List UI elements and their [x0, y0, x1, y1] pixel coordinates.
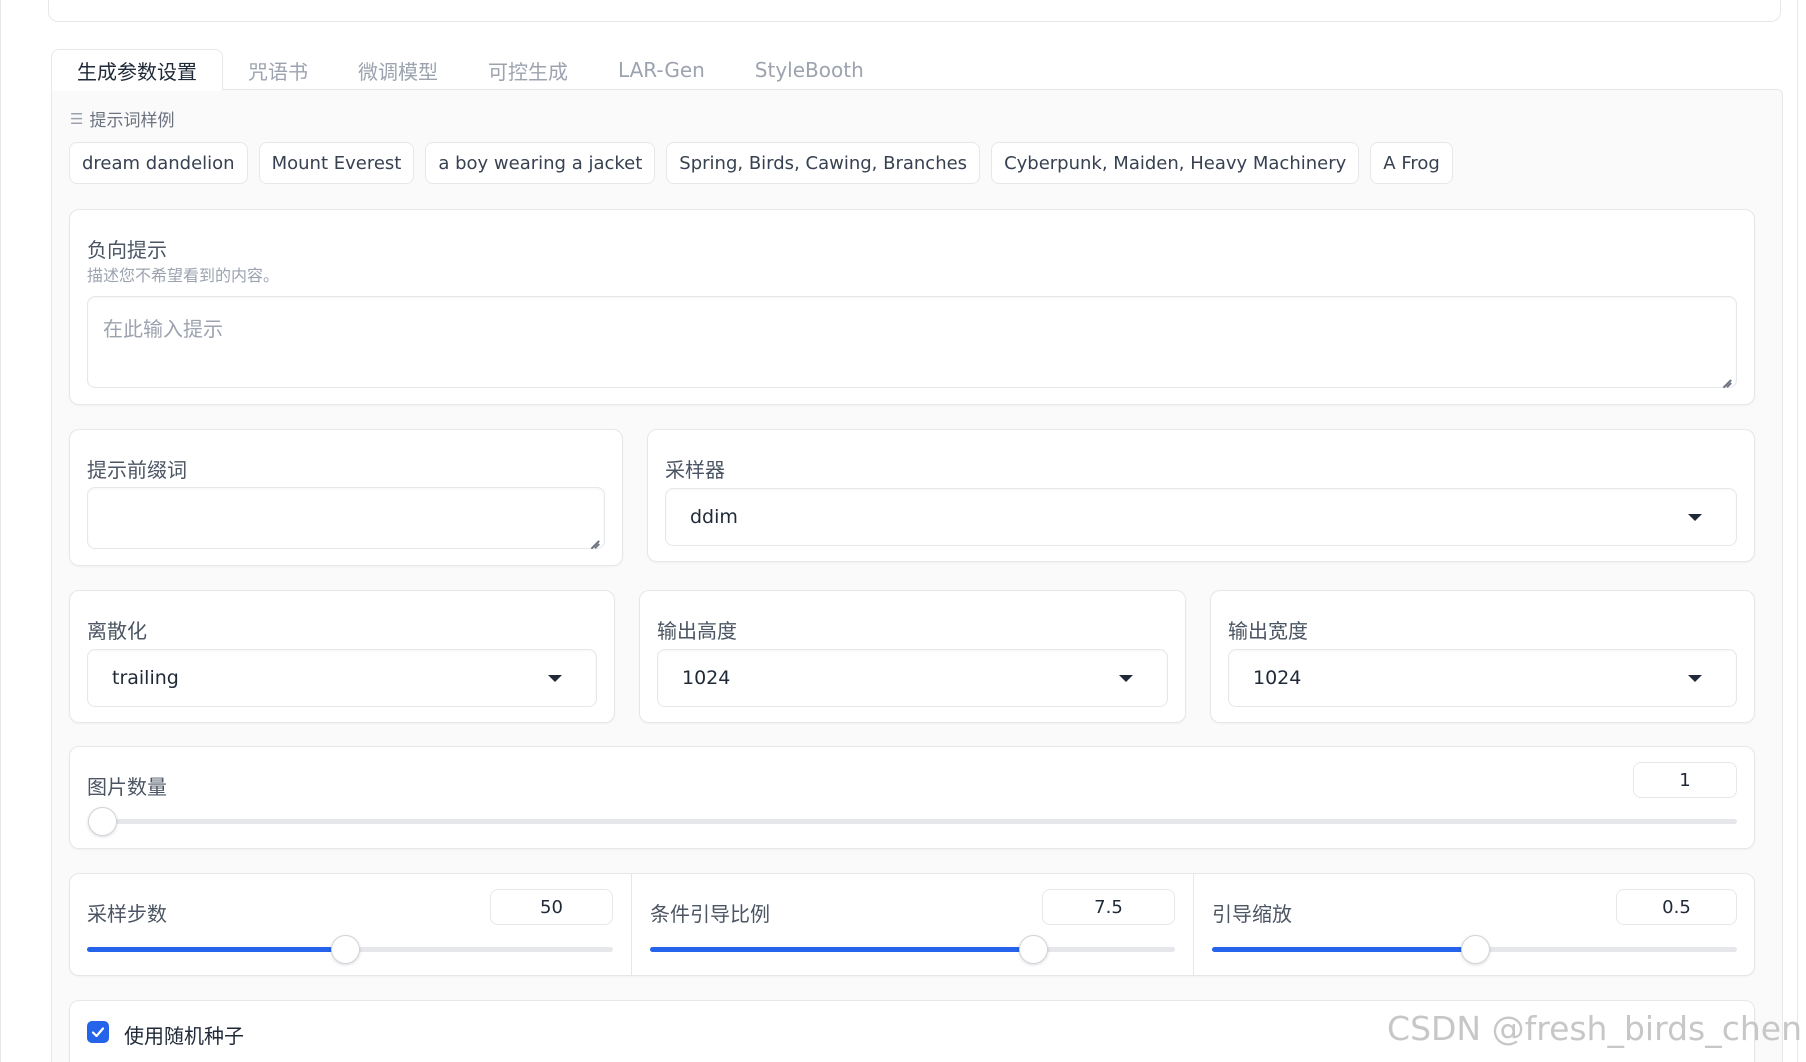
examples-label: 提示词样例: [89, 111, 175, 131]
guide-rescale-label: 引导缩放: [1212, 902, 1292, 926]
chevron-down-icon: [548, 675, 562, 682]
output-height-select[interactable]: 1024: [657, 649, 1168, 707]
example-chip[interactable]: Spring, Birds, Cawing, Branches: [666, 142, 981, 184]
guide-rescale-slider[interactable]: [1212, 935, 1737, 964]
output-width-value: 1024: [1253, 667, 1302, 689]
example-chip[interactable]: dream dandelion: [69, 142, 248, 184]
image-count-label: 图片数量: [87, 775, 167, 799]
slider-thumb[interactable]: [1019, 935, 1049, 964]
list-icon: ☰: [70, 109, 84, 128]
slider-fill: [650, 947, 1034, 952]
slider-thumb[interactable]: [88, 807, 117, 836]
chevron-down-icon: [1688, 675, 1702, 682]
sample-steps-label: 采样步数: [87, 902, 167, 926]
discretization-select[interactable]: trailing: [87, 649, 597, 707]
prefix-block: 提示前缀词: [69, 429, 623, 566]
image-count-number-input[interactable]: 1: [1633, 762, 1737, 798]
divider: [1193, 874, 1194, 975]
tab-stylebooth[interactable]: StyleBooth: [730, 49, 889, 91]
right-border: [1797, 0, 1798, 1062]
discretization-label: 离散化: [87, 619, 147, 643]
chevron-down-icon: [1688, 514, 1702, 521]
output-height-label: 输出高度: [657, 619, 737, 643]
sample-steps-number-input[interactable]: 50: [490, 889, 613, 925]
negative-prompt-block: 负向提示 描述您不希望看到的内容。 在此输入提示: [69, 209, 1755, 405]
tab-bar: 生成参数设置 咒语书 微调模型 可控生成 LAR-Gen StyleBooth: [51, 49, 889, 91]
output-height-block: 输出高度 1024: [639, 590, 1186, 723]
sampler-label: 采样器: [665, 458, 725, 482]
example-chip[interactable]: Mount Everest: [258, 142, 415, 184]
negative-prompt-input[interactable]: 在此输入提示: [87, 296, 1737, 388]
example-chip[interactable]: A Frog: [1370, 142, 1453, 184]
discretization-value: trailing: [112, 667, 179, 689]
slider-thumb[interactable]: [330, 935, 360, 964]
guide-ratio-number-input[interactable]: 7.5: [1042, 889, 1175, 925]
sample-steps-slider[interactable]: [87, 935, 613, 964]
random-seed-label: 使用随机种子: [124, 1024, 244, 1048]
examples-list: dream dandelion Mount Everest a boy wear…: [69, 142, 1453, 184]
guidance-sliders-block: 采样步数 50 条件引导比例 7.5 引导缩放 0.5: [69, 873, 1755, 976]
slider-fill: [1212, 947, 1475, 952]
output-width-block: 输出宽度 1024: [1210, 590, 1755, 723]
guide-ratio-slider[interactable]: [650, 935, 1175, 964]
checkmark-icon: [91, 1027, 105, 1038]
random-seed-checkbox[interactable]: [87, 1021, 109, 1043]
top-card-edge: [48, 0, 1781, 22]
divider: [631, 874, 632, 975]
resize-handle-icon[interactable]: [590, 535, 600, 545]
example-chip[interactable]: a boy wearing a jacket: [425, 142, 656, 184]
negative-prompt-label: 负向提示: [87, 238, 167, 262]
sampler-block: 采样器 ddim: [647, 429, 1755, 562]
output-width-label: 输出宽度: [1228, 619, 1308, 643]
watermark: CSDN @fresh_birds_chen: [1387, 1009, 1802, 1048]
output-width-select[interactable]: 1024: [1228, 649, 1737, 707]
prefix-label: 提示前缀词: [87, 458, 187, 482]
output-height-value: 1024: [682, 667, 731, 689]
negative-prompt-description: 描述您不希望看到的内容。: [87, 266, 280, 285]
prefix-input[interactable]: [87, 487, 605, 549]
guide-ratio-label: 条件引导比例: [650, 902, 770, 926]
slider-thumb[interactable]: [1460, 935, 1490, 964]
tab-finetune-model[interactable]: 微调模型: [333, 49, 463, 91]
discretization-block: 离散化 trailing: [69, 590, 615, 723]
negative-prompt-placeholder: 在此输入提示: [103, 317, 223, 341]
chevron-down-icon: [1119, 675, 1133, 682]
example-chip[interactable]: Cyberpunk, Maiden, Heavy Machinery: [991, 142, 1360, 184]
tab-controllable-gen[interactable]: 可控生成: [463, 49, 593, 91]
resize-handle-icon[interactable]: [1722, 374, 1732, 384]
image-count-block: 图片数量 1: [69, 746, 1755, 849]
sampler-select[interactable]: ddim: [665, 488, 1737, 546]
tab-lar-gen[interactable]: LAR-Gen: [593, 49, 730, 91]
tab-spellbook[interactable]: 咒语书: [223, 49, 333, 91]
tab-generation-params[interactable]: 生成参数设置: [51, 49, 223, 91]
sampler-value: ddim: [690, 506, 738, 528]
image-count-slider[interactable]: [88, 807, 1737, 836]
examples-header: ☰ 提示词样例: [70, 106, 175, 132]
guide-rescale-number-input[interactable]: 0.5: [1616, 889, 1737, 925]
slider-fill: [87, 947, 345, 952]
